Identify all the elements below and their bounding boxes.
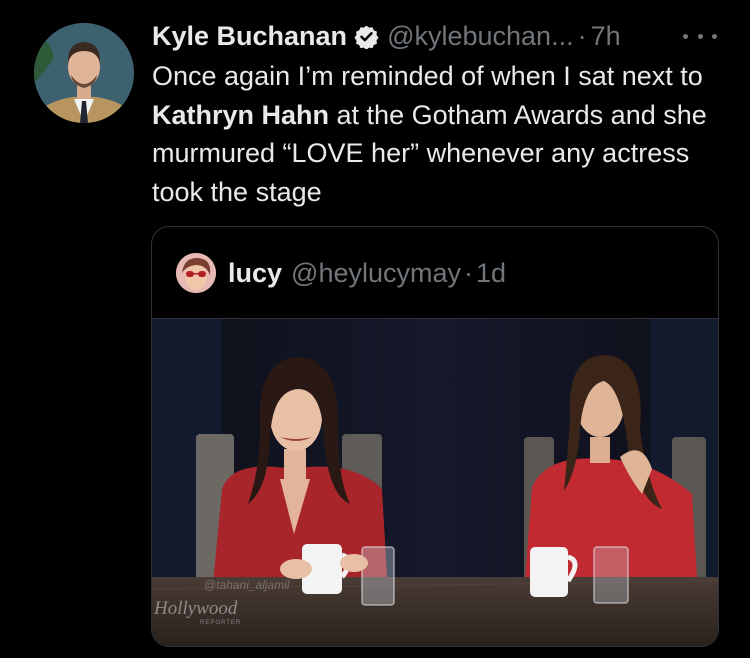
tweet-text-part1: Once again I’m reminded of when I sat ne… bbox=[152, 61, 703, 91]
media-watermark-handle: @tahani_aljamil bbox=[204, 578, 290, 592]
quoted-tweet[interactable]: lucy @heylucymay · 1d @tahani_aljamil Ho… bbox=[151, 226, 719, 647]
author-handle[interactable]: @kylebuchan... bbox=[387, 21, 574, 52]
media-watermark-sub: REPORTER bbox=[200, 620, 242, 626]
quoted-author-avatar[interactable] bbox=[176, 253, 216, 293]
verified-badge-icon bbox=[354, 25, 379, 49]
quoted-tweet-header: lucy @heylucymay · 1d bbox=[176, 251, 506, 295]
quoted-author-handle[interactable]: @heylucymay bbox=[291, 258, 461, 289]
quoted-tweet-timestamp[interactable]: 1d bbox=[476, 258, 506, 289]
author-avatar[interactable] bbox=[34, 23, 134, 123]
tweet-text-mention: Kathryn Hahn bbox=[152, 99, 330, 130]
tweet[interactable]: Kyle Buchanan @kylebuchan... · 7h Once a… bbox=[0, 0, 750, 658]
quoted-author-name[interactable]: lucy bbox=[228, 258, 282, 289]
quoted-header-separator: · bbox=[464, 257, 473, 288]
tweet-timestamp[interactable]: 7h bbox=[591, 21, 621, 52]
tweet-text: Once again I’m reminded of when I sat ne… bbox=[152, 57, 712, 211]
header-separator: · bbox=[577, 20, 587, 51]
quoted-tweet-media[interactable]: @tahani_aljamil Hollywood REPORTER bbox=[152, 318, 718, 646]
author-name[interactable]: Kyle Buchanan bbox=[152, 21, 347, 52]
tweet-header: Kyle Buchanan @kylebuchan... · 7h bbox=[152, 18, 621, 54]
more-options-icon[interactable] bbox=[683, 24, 717, 48]
media-watermark-logo: Hollywood bbox=[154, 598, 238, 619]
